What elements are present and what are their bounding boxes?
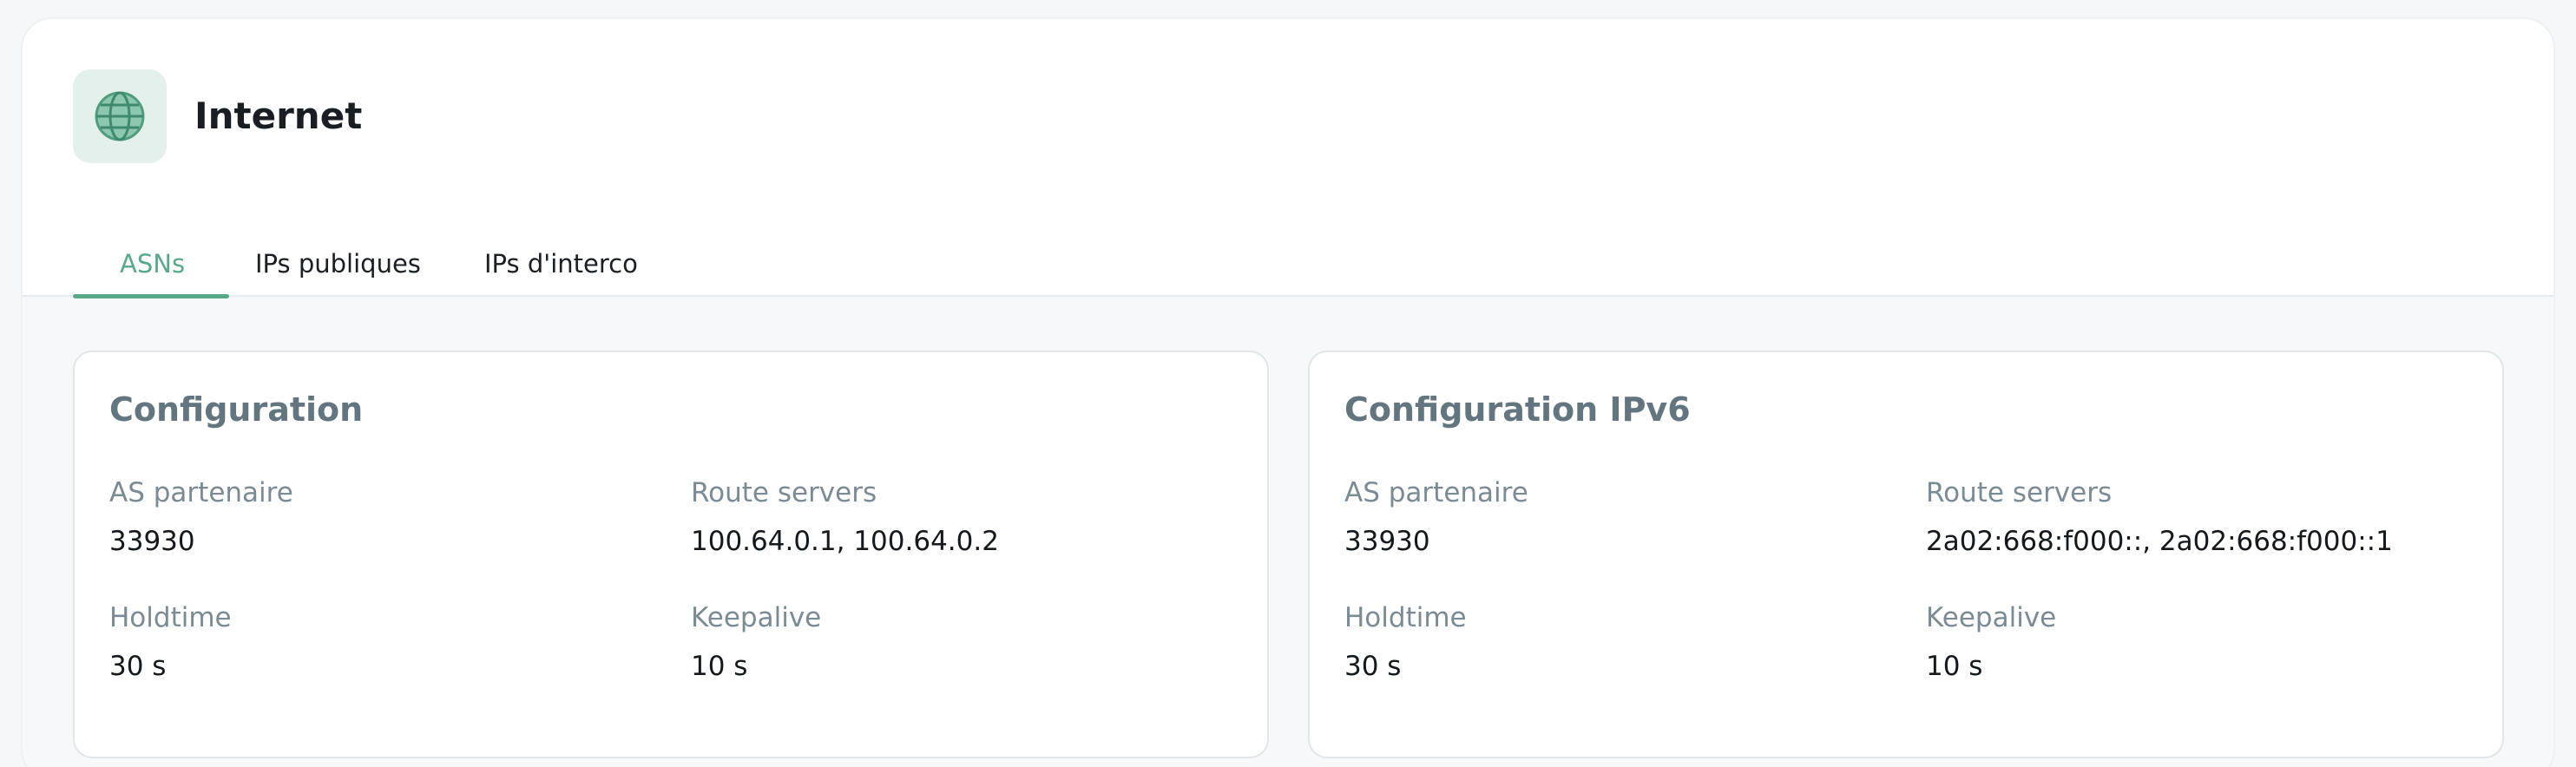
tab-ips-publiques-label: IPs publiques xyxy=(255,249,421,279)
route-servers-field: Route servers 100.64.0.1, 100.64.0.2 xyxy=(691,474,1229,560)
field-label: Route servers xyxy=(691,477,877,508)
field-value: 10 s xyxy=(1926,651,1983,682)
tab-asns-label: ASNs xyxy=(120,249,186,279)
keepalive-field: Keepalive 10 s xyxy=(1926,599,2464,685)
field-label: Holdtime xyxy=(1344,602,1467,633)
field-value: 30 s xyxy=(109,651,167,682)
configuration-ipv6-card: Configuration IPv6 AS partenaire 33930 R… xyxy=(1308,351,2504,758)
panel-header: Internet ASNs IPs publiques IPs d'interc… xyxy=(23,19,2553,298)
field-label: AS partenaire xyxy=(1344,477,1528,508)
internet-panel: Internet ASNs IPs publiques IPs d'interc… xyxy=(21,17,2555,767)
holdtime-field: Holdtime 30 s xyxy=(109,599,647,685)
field-value: 10 s xyxy=(691,651,748,682)
as-partenaire-field: AS partenaire 33930 xyxy=(1344,474,1883,560)
field-value: 33930 xyxy=(1344,526,1430,557)
field-value: 100.64.0.1, 100.64.0.2 xyxy=(691,526,999,557)
page: Internet ASNs IPs publiques IPs d'interc… xyxy=(0,0,2576,767)
field-value: 33930 xyxy=(109,526,195,557)
page-title: Internet xyxy=(194,95,363,137)
service-icon-tile xyxy=(73,69,167,163)
field-label: Holdtime xyxy=(109,602,232,633)
field-label: Keepalive xyxy=(1926,602,2057,633)
holdtime-field: Holdtime 30 s xyxy=(1344,599,1883,685)
field-value: 30 s xyxy=(1344,651,1402,682)
globe-icon xyxy=(95,91,145,141)
tab-ips-publiques[interactable]: IPs publiques xyxy=(229,236,458,297)
field-value: 2a02:668:f000::, 2a02:668:f000::1 xyxy=(1926,526,2393,557)
field-label: Route servers xyxy=(1926,477,2113,508)
field-label: AS partenaire xyxy=(109,477,293,508)
as-partenaire-field: AS partenaire 33930 xyxy=(109,474,647,560)
configuration-card: Configuration AS partenaire 33930 Route … xyxy=(73,351,1269,758)
keepalive-field: Keepalive 10 s xyxy=(691,599,1229,685)
route-servers-field: Route servers 2a02:668:f000::, 2a02:668:… xyxy=(1926,474,2464,560)
card-title: Configuration xyxy=(109,390,364,429)
tab-ips-interco[interactable]: IPs d'interco xyxy=(458,236,649,297)
tab-asns[interactable]: ASNs xyxy=(73,236,229,298)
field-label: Keepalive xyxy=(691,602,822,633)
card-title: Configuration IPv6 xyxy=(1344,390,1691,429)
tab-ips-interco-label: IPs d'interco xyxy=(484,249,638,279)
tab-bar: ASNs IPs publiques IPs d'interco xyxy=(73,236,649,298)
